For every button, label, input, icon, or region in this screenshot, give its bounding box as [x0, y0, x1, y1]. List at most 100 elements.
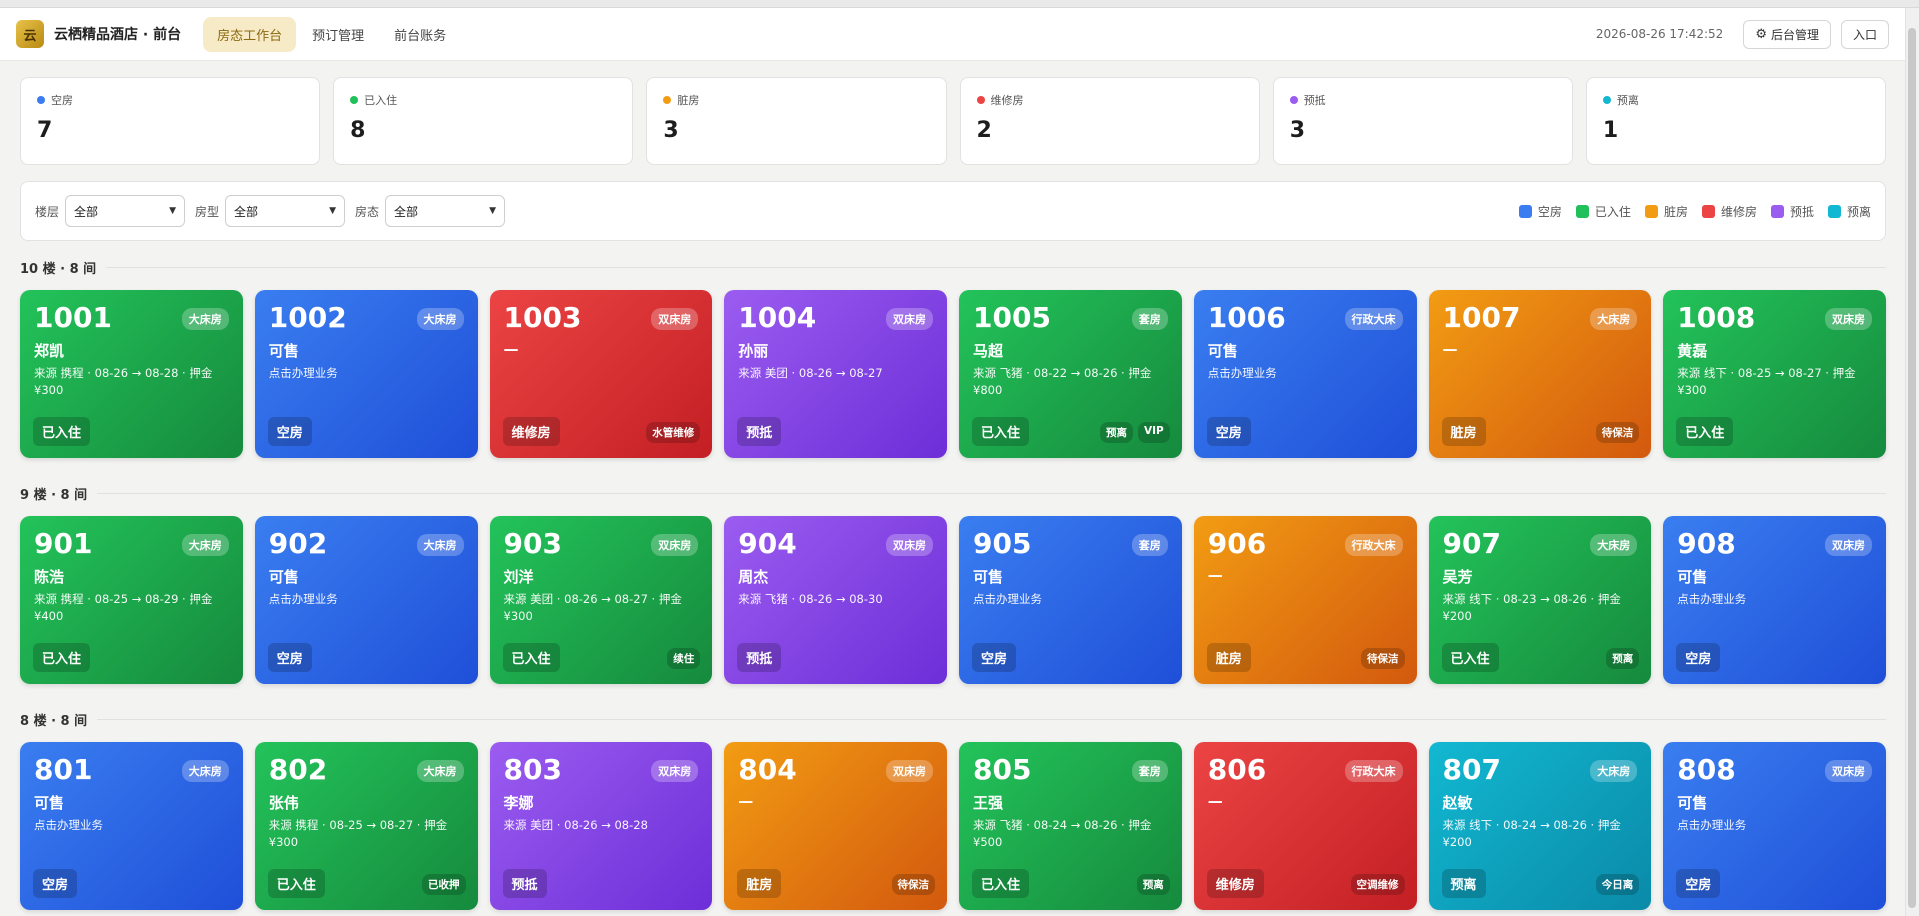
room-card-row: 801 大床房 可售 点击办理业务 空房 802 大床房 张伟 来源 携程 · 08-25 → …	[20, 742, 1886, 910]
room-status-label: 已入住	[33, 417, 91, 446]
booking-detail: 来源 线下 · 08-25 → 08-27 · 押金 ¥300	[1677, 366, 1856, 397]
room-status-label: 预抵	[737, 643, 782, 672]
room-status-label: 已入住	[502, 643, 560, 672]
stat-card-reserved[interactable]: 预抵 3	[1272, 77, 1573, 165]
chevron-down-icon: ▼	[489, 206, 497, 216]
room-card-807[interactable]: 807 大床房 赵敏 来源 线下 · 08-24 → 08-26 · 押金 ¥200 预…	[1428, 742, 1652, 910]
floor-section-title: 10 楼 · 8 间	[20, 258, 1886, 277]
chevron-down-icon: ▼	[329, 206, 337, 216]
room-card-907[interactable]: 907 大床房 吴芳 来源 线下 · 08-23 → 08-26 · 押金 ¥200 已…	[1428, 516, 1652, 684]
room-badge: 已收押	[422, 874, 466, 895]
room-type-tag: 大床房	[416, 760, 464, 782]
tab-reservations[interactable]: 预订管理	[298, 17, 378, 52]
room-card-1002[interactable]: 1002 大床房 可售 点击办理业务 空房	[254, 290, 478, 458]
room-card-803[interactable]: 803 双床房 李娜 来源 美团 · 08-26 → 08-28 预抵	[489, 742, 713, 910]
room-status-label: 空房	[267, 417, 312, 446]
room-type-tag: 大床房	[181, 534, 229, 556]
stat-card-vacant[interactable]: 空房 7	[20, 77, 321, 165]
room-type-select-value: 全部	[234, 204, 259, 219]
room-card-901[interactable]: 901 大床房 陈浩 来源 携程 · 08-25 → 08-29 · 押金 ¥400 已…	[20, 516, 243, 684]
room-card-row: 901 大床房 陈浩 来源 携程 · 08-25 → 08-29 · 押金 ¥400 已…	[20, 516, 1886, 684]
room-card-1004[interactable]: 1004 双床房 孙丽 来源 美团 · 08-26 → 08-27 预抵	[724, 290, 947, 458]
stat-label: 预离	[1616, 94, 1639, 107]
floor-divider	[97, 719, 1886, 720]
room-card-904[interactable]: 904 双床房 周杰 来源 飞猪 · 08-26 → 08-30 预抵	[724, 516, 947, 684]
chevron-down-icon: ▼	[169, 206, 177, 216]
room-card-902[interactable]: 902 大床房 可售 点击办理业务 空房	[254, 516, 478, 684]
room-card-802[interactable]: 802 大床房 张伟 来源 携程 · 08-25 → 08-27 · 押金 ¥300 已…	[254, 742, 478, 910]
room-card-806[interactable]: 806 行政大床 — 维修房 空调维修	[1193, 742, 1417, 910]
room-status-label: 已入住	[972, 417, 1030, 446]
tab-front-desk-accounts[interactable]: 前台账务	[380, 17, 460, 52]
room-card-905[interactable]: 905 套房 可售 点击办理业务 空房	[959, 516, 1182, 684]
room-type-filter-label: 房型	[195, 204, 220, 219]
room-type-tag: 行政大床	[1344, 760, 1403, 782]
room-type-select[interactable]: 全部 ▼	[225, 195, 346, 227]
booking-detail: 来源 美团 · 08-26 → 08-27 · 押金 ¥300	[503, 592, 682, 623]
guest-name: 可售	[1207, 342, 1238, 360]
room-card-908[interactable]: 908 双床房 可售 点击办理业务 空房	[1663, 516, 1886, 684]
floor-select[interactable]: 全部 ▼	[65, 195, 186, 227]
stat-card-departing[interactable]: 预离 1	[1585, 77, 1887, 165]
legend-label: 已入住	[1594, 204, 1631, 219]
room-type-tag: 大床房	[1590, 308, 1638, 330]
page-scrollbar[interactable]	[1905, 8, 1919, 916]
room-badges: 预离	[1606, 648, 1640, 669]
guest-name: 黄磊	[1677, 342, 1708, 360]
room-card-1006[interactable]: 1006 行政大床 可售 点击办理业务 空房	[1193, 290, 1417, 458]
legend-swatch	[1701, 204, 1715, 218]
gear-icon: ⚙	[1755, 26, 1767, 42]
room-status-label: 维修房	[1206, 869, 1264, 898]
room-card-row: 1001 大床房 郑凯 来源 携程 · 08-26 → 08-28 · 押金 ¥300…	[20, 290, 1886, 458]
guest-name: 赵敏	[1442, 794, 1473, 812]
room-card-1007[interactable]: 1007 大床房 — 脏房 待保洁	[1428, 290, 1652, 458]
room-status-label: 已入住	[972, 869, 1030, 898]
floor-section-title: 9 楼 · 8 间	[20, 484, 1886, 503]
room-badge: 续住	[667, 648, 701, 669]
room-card-906[interactable]: 906 行政大床 — 脏房 待保洁	[1193, 516, 1417, 684]
room-card-1005[interactable]: 1005 套房 马超 来源 飞猪 · 08-22 → 08-26 · 押金 ¥800 已…	[959, 290, 1182, 458]
room-status-select[interactable]: 全部 ▼	[385, 195, 506, 227]
room-card-805[interactable]: 805 套房 王强 来源 飞猪 · 08-24 → 08-26 · 押金 ¥500 已入…	[959, 742, 1182, 910]
filter-bar: 楼层 全部 ▼ 房型 全部 ▼ 房态 全部 ▼ 空房 已入住 脏房 维修房 预抵 预离	[20, 181, 1886, 241]
floor-title-text: 9 楼 · 8 间	[20, 488, 88, 503]
room-status-label: 空房	[1676, 643, 1721, 672]
tab-room-workbench[interactable]: 房态工作台	[203, 16, 297, 52]
room-status-label: 预离	[1441, 869, 1486, 898]
room-card-804[interactable]: 804 双床房 — 脏房 待保洁	[724, 742, 947, 910]
booking-detail: 来源 线下 · 08-24 → 08-26 · 押金 ¥200	[1442, 818, 1621, 849]
room-card-1003[interactable]: 1003 双床房 — 维修房 水管维修	[489, 290, 713, 458]
stat-dot	[1289, 96, 1298, 104]
stat-card-repair[interactable]: 维修房 2	[959, 77, 1260, 165]
booking-detail: 来源 飞猪 · 08-24 → 08-26 · 押金 ¥500	[973, 818, 1152, 849]
room-badge: 预离	[1100, 422, 1134, 443]
room-status-label: 维修房	[502, 417, 560, 446]
room-card-808[interactable]: 808 双床房 可售 点击办理业务 空房	[1663, 742, 1886, 910]
room-card-1001[interactable]: 1001 大床房 郑凯 来源 携程 · 08-26 → 08-28 · 押金 ¥300…	[20, 290, 243, 458]
guest-name: 孙丽	[738, 342, 769, 360]
room-card-801[interactable]: 801 大床房 可售 点击办理业务 空房	[20, 742, 243, 910]
legend-label: 预抵	[1789, 204, 1814, 219]
legend-item-repair: 维修房	[1701, 203, 1757, 220]
floor-filter-label: 楼层	[35, 204, 60, 219]
stat-dot	[976, 96, 985, 104]
room-card-1008[interactable]: 1008 双床房 黄磊 来源 线下 · 08-25 → 08-27 · 押金 ¥300…	[1663, 290, 1886, 458]
admin-button-label: 后台管理	[1770, 27, 1819, 42]
room-badge: 今日离	[1595, 874, 1640, 895]
booking-detail: 来源 美团 · 08-26 → 08-28	[503, 818, 648, 832]
room-card-903[interactable]: 903 双床房 刘洋 来源 美团 · 08-26 → 08-27 · 押金 ¥300 已…	[489, 516, 713, 684]
room-type-tag: 双床房	[1825, 308, 1872, 330]
entry-button[interactable]: 入口	[1840, 19, 1889, 49]
guest-name: 周杰	[738, 568, 769, 586]
guest-name: —	[503, 340, 519, 358]
stat-card-occupied[interactable]: 已入住 8	[333, 77, 634, 165]
scrollbar-thumb[interactable]	[1908, 28, 1916, 908]
booking-detail: 来源 美团 · 08-26 → 08-27	[738, 366, 883, 380]
room-type-tag: 大床房	[181, 760, 229, 782]
legend-item-vacant: 空房	[1518, 203, 1562, 220]
header-right-group: 2026-08-26 17:42:52 ⚙ 后台管理 入口	[1596, 19, 1889, 49]
admin-button[interactable]: ⚙ 后台管理	[1743, 19, 1831, 49]
guest-name: 可售	[1677, 568, 1708, 586]
room-badges: 预离	[1136, 874, 1170, 895]
stat-card-dirty[interactable]: 脏房 3	[646, 77, 947, 165]
